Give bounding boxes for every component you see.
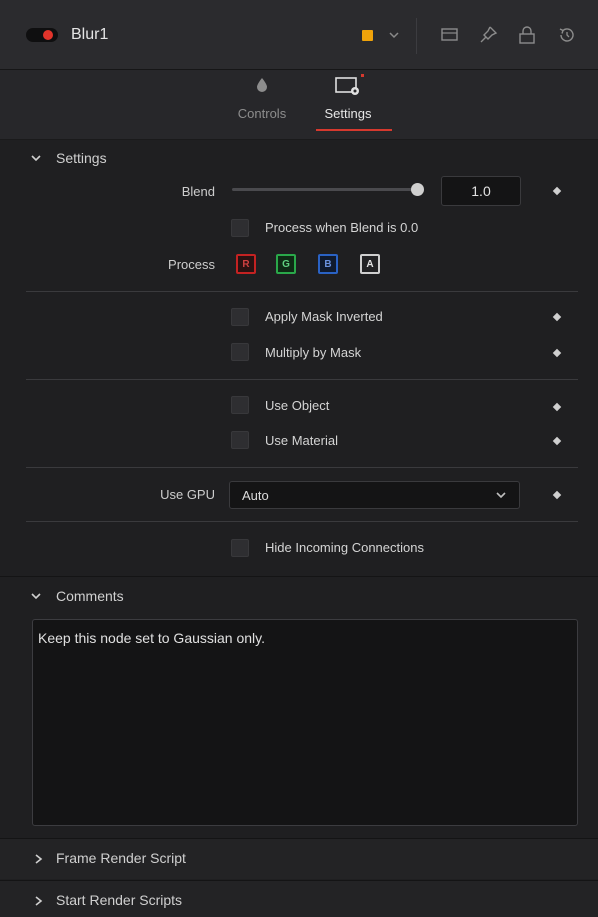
keyframe-diamond-icon[interactable] — [552, 312, 562, 322]
view-icon[interactable] — [439, 24, 461, 46]
node-enable-toggle[interactable] — [26, 28, 58, 42]
inspector-tabs: Controls Settings — [0, 70, 598, 140]
comments-section-header[interactable]: Comments — [0, 578, 598, 614]
multiply-by-mask-label: Multiply by Mask — [265, 345, 362, 360]
use-object-checkbox[interactable] — [231, 396, 249, 414]
active-tab-indicator — [316, 129, 392, 131]
settings-tab-icon — [335, 74, 364, 95]
chevron-down-icon — [31, 593, 41, 600]
chevron-right-icon — [35, 854, 43, 864]
lock-icon[interactable] — [516, 24, 538, 46]
drop-icon — [257, 78, 267, 92]
node-header: Blur1 — [0, 0, 598, 70]
tab-settings-label: Settings — [324, 106, 372, 121]
start-render-scripts-title: Start Render Scripts — [56, 892, 183, 908]
process-channel-r-button[interactable]: R — [236, 254, 256, 274]
use-gpu-select[interactable]: Auto — [229, 481, 520, 509]
keyframe-diamond-icon[interactable] — [552, 402, 562, 412]
keyframe-diamond-icon[interactable] — [552, 490, 562, 500]
use-material-label: Use Material — [265, 433, 338, 448]
hide-incoming-connections-checkbox[interactable] — [231, 539, 249, 557]
use-gpu-label: Use GPU — [160, 487, 215, 502]
comments-text: Keep this node set to Gaussian only. — [38, 630, 265, 646]
multiply-by-mask-checkbox[interactable] — [231, 343, 249, 361]
use-gpu-value: Auto — [242, 488, 269, 503]
section-divider — [26, 521, 578, 522]
chevron-down-icon — [496, 492, 506, 499]
start-render-scripts-section-header[interactable]: Start Render Scripts — [0, 881, 598, 917]
use-material-checkbox[interactable] — [231, 431, 249, 449]
use-object-label: Use Object — [265, 398, 330, 413]
process-when-blend-zero-label: Process when Blend is 0.0 — [265, 220, 419, 235]
node-name: Blur1 — [71, 26, 109, 43]
frame-render-script-section-header[interactable]: Frame Render Script — [0, 839, 598, 879]
blend-value-field[interactable]: 1.0 — [441, 176, 521, 206]
section-divider — [26, 291, 578, 292]
section-divider — [26, 379, 578, 380]
process-when-blend-zero-checkbox[interactable] — [231, 219, 249, 237]
chevron-right-icon — [35, 896, 43, 906]
process-label: Process — [168, 257, 215, 272]
settings-section-header[interactable]: Settings — [0, 140, 598, 176]
comments-textarea[interactable]: Keep this node set to Gaussian only. — [32, 619, 578, 826]
settings-section-title: Settings — [56, 150, 107, 166]
apply-mask-inverted-label: Apply Mask Inverted — [265, 309, 383, 324]
keyframe-diamond-icon[interactable] — [552, 436, 562, 446]
blend-label: Blend — [181, 184, 215, 199]
section-divider — [0, 576, 598, 577]
frame-render-script-title: Frame Render Script — [56, 850, 186, 866]
tab-controls-label: Controls — [237, 106, 287, 121]
tab-controls[interactable]: Controls — [224, 70, 300, 140]
toggle-indicator — [43, 30, 53, 40]
pin-icon[interactable] — [477, 24, 499, 46]
hide-incoming-connections-label: Hide Incoming Connections — [265, 540, 424, 555]
section-divider — [26, 467, 578, 468]
header-divider — [416, 18, 417, 54]
keyframe-diamond-icon[interactable] — [552, 348, 562, 358]
process-channel-b-button[interactable]: B — [318, 254, 338, 274]
keyframe-diamond-icon[interactable] — [552, 186, 562, 196]
reset-icon[interactable] — [556, 24, 578, 46]
process-channel-a-button[interactable]: A — [360, 254, 380, 274]
blend-slider-handle[interactable] — [411, 183, 424, 196]
comments-section-title: Comments — [56, 588, 124, 604]
node-color-swatch[interactable] — [362, 30, 373, 41]
blend-slider[interactable] — [232, 188, 420, 191]
process-channel-g-button[interactable]: G — [276, 254, 296, 274]
chevron-down-icon[interactable] — [388, 30, 400, 40]
chevron-down-icon — [31, 155, 41, 162]
apply-mask-inverted-checkbox[interactable] — [231, 308, 249, 326]
